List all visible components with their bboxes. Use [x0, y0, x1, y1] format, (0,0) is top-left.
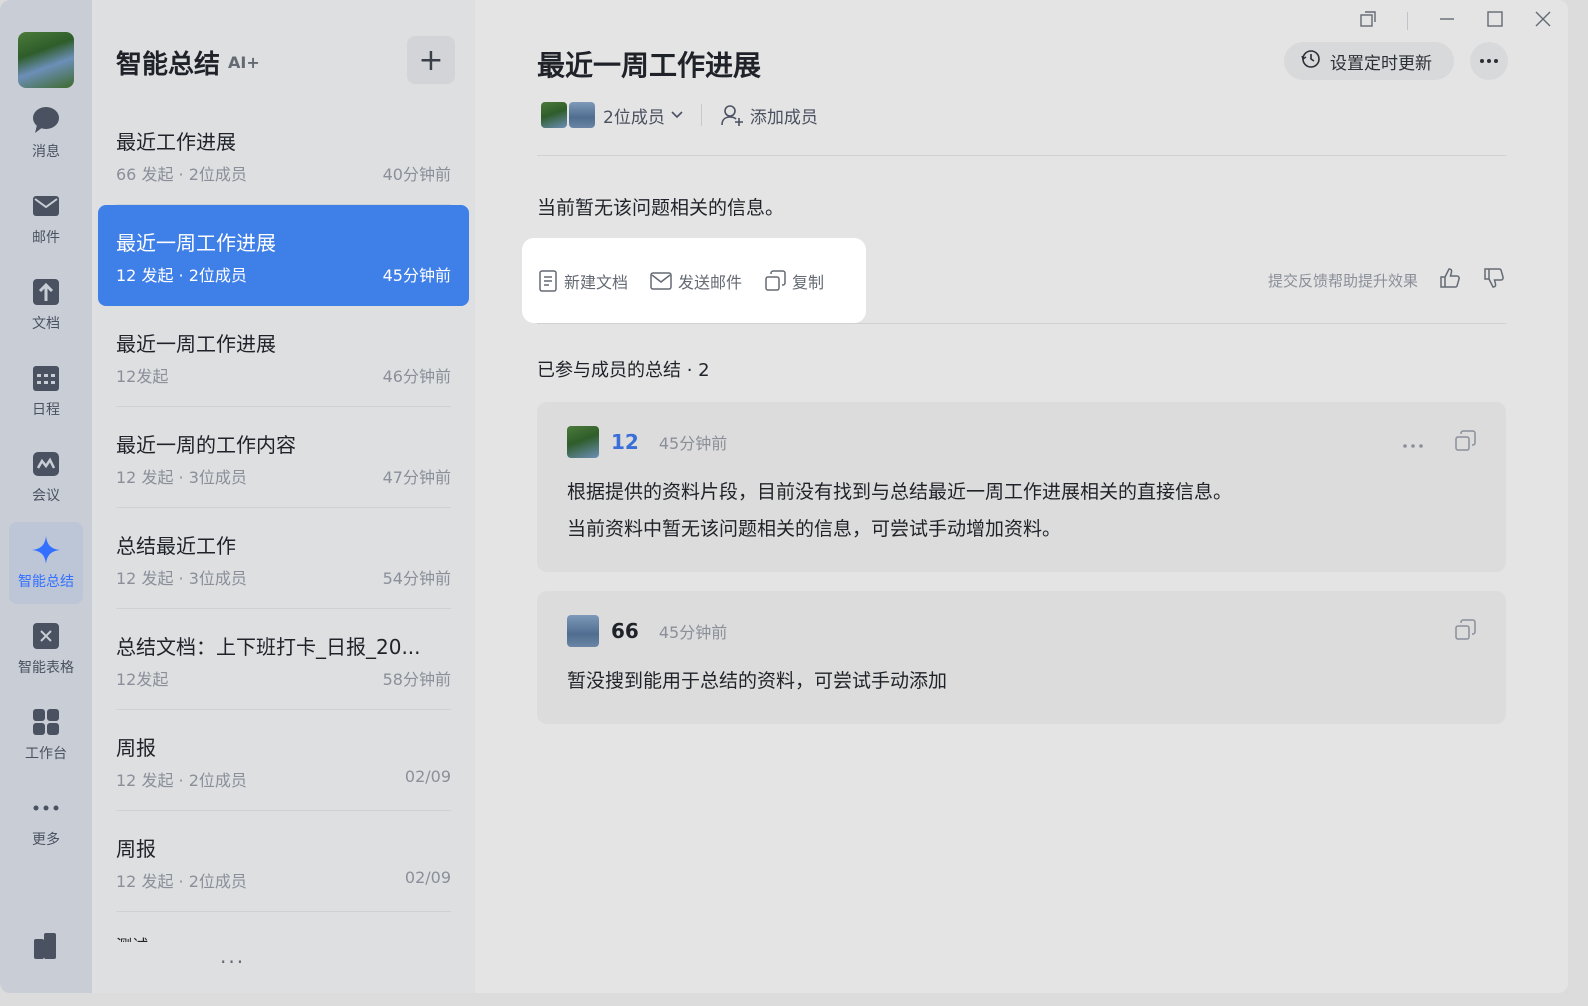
rail-item-docs[interactable]: 文档 — [9, 264, 83, 346]
more-icon[interactable] — [1402, 434, 1424, 453]
copy-icon[interactable] — [1454, 430, 1476, 456]
thumbs-down-icon[interactable] — [1482, 266, 1506, 294]
separator — [700, 104, 702, 126]
member-avatar — [541, 102, 567, 128]
card-header: 66 45分钟前 — [567, 615, 727, 647]
user-avatar[interactable] — [18, 32, 74, 88]
rail-item-mail[interactable]: 邮件 — [9, 178, 83, 260]
list-item[interactable]: 最近工作进展 66 发起 · 2位成员 40分钟前 — [98, 104, 469, 205]
window-controls — [1359, 10, 1552, 32]
clock-history-icon — [1300, 48, 1322, 75]
list-item-partial[interactable]: 测试 — [116, 932, 148, 942]
list-loading-more: ··· — [220, 950, 246, 974]
page-title: 最近一周工作进展 — [537, 49, 762, 82]
card-tools — [1402, 430, 1476, 456]
list-item[interactable]: 周报 12 发起 · 2位成员 02/09 — [98, 710, 469, 811]
list-item[interactable]: 总结文档：上下班打卡_日报_20... 12发起 58分钟前 — [98, 609, 469, 710]
summary-list: 最近工作进展 66 发起 · 2位成员 40分钟前 最近一周工作进展 12 发起… — [92, 104, 475, 912]
rail-item-smart-summary[interactable]: 智能总结 — [9, 522, 83, 604]
close-icon[interactable] — [1534, 10, 1552, 32]
ellipsis-icon — [1480, 59, 1498, 63]
maximize-icon[interactable] — [1486, 10, 1504, 32]
ai-badge: AI+ — [228, 53, 260, 72]
feedback-bar: 提交反馈帮助提升效果 — [1268, 266, 1506, 294]
app-window: 消息 邮件 文档 日程 会议 智能总结 智能表格 工作台 更多 智能总结 AI+… — [0, 0, 1568, 993]
rail-item-more[interactable]: 更多 — [9, 780, 83, 862]
member-name[interactable]: 12 — [611, 430, 639, 454]
sparkle-icon — [31, 535, 61, 565]
rail-item-calendar[interactable]: 日程 — [9, 350, 83, 432]
building-icon[interactable] — [30, 931, 60, 965]
schedule-update-button[interactable]: 设置定时更新 — [1284, 42, 1454, 80]
copy-icon — [765, 269, 786, 291]
copy-button[interactable]: 复制 — [764, 269, 824, 293]
list-item[interactable]: 最近一周的工作内容 12 发起 · 3位成员 47分钟前 — [98, 407, 469, 508]
divider — [537, 323, 1506, 324]
copy-icon[interactable] — [1454, 619, 1476, 645]
member-name[interactable]: 66 — [611, 619, 639, 643]
new-doc-button[interactable]: 新建文档 — [538, 269, 628, 293]
card-content: 根据提供的资料片段，目前没有找到与总结最近一周工作进展相关的直接信息。 当前资料… — [567, 481, 1233, 540]
document-icon — [539, 269, 557, 292]
meeting-icon — [31, 449, 61, 479]
rail-item-smart-sheet[interactable]: 智能表格 — [9, 608, 83, 690]
message-icon — [31, 105, 61, 135]
list-item[interactable]: 最近一周工作进展 12发起 46分钟前 — [98, 306, 469, 407]
card-content: 暂没搜到能用于总结的资料，可尝试手动添加 — [567, 670, 948, 692]
new-summary-button[interactable]: + — [407, 36, 455, 84]
result-actions: 新建文档 发送邮件 复制 — [522, 238, 866, 323]
timestamp: 45分钟前 — [658, 434, 728, 453]
list-title: 智能总结 — [116, 50, 221, 80]
add-member-button[interactable]: 添加成员 — [720, 103, 818, 128]
more-icon — [31, 793, 61, 823]
timestamp: 45分钟前 — [658, 623, 728, 642]
docs-icon — [31, 277, 61, 307]
summary-detail: 最近一周工作进展 设置定时更新 2位成员 添加成员 当前暂无该问题相关的信息。 … — [475, 0, 1568, 993]
header-actions: 设置定时更新 — [1284, 42, 1508, 80]
card-tools — [1454, 619, 1476, 645]
section-title: 已参与成员的总结 · 2 — [537, 360, 710, 381]
card-header: 12 45分钟前 — [567, 426, 727, 458]
mail-icon — [31, 191, 61, 221]
rail-item-messages[interactable]: 消息 — [9, 92, 83, 174]
member-avatar — [569, 102, 595, 128]
minimize-icon[interactable] — [1438, 10, 1456, 32]
avatar[interactable] — [567, 426, 599, 458]
list-item[interactable]: 总结最近工作 12 发起 · 3位成员 54分钟前 — [98, 508, 469, 609]
send-mail-button[interactable]: 发送邮件 — [650, 269, 742, 293]
member-summary-card: 66 45分钟前 暂没搜到能用于总结的资料，可尝试手动添加 — [537, 591, 1506, 724]
avatar[interactable] — [567, 615, 599, 647]
feedback-prompt: 提交反馈帮助提升效果 — [1267, 271, 1418, 290]
rail-item-workbench[interactable]: 工作台 — [9, 694, 83, 776]
calendar-icon — [31, 363, 61, 393]
list-header: 智能总结 AI+ + — [92, 0, 475, 120]
separator — [1407, 12, 1408, 30]
more-options-button[interactable] — [1470, 42, 1508, 80]
member-summary-card: 12 45分钟前 根据提供的资料片段，目前没有找到与总结最近一周工作进展相关的直… — [537, 402, 1506, 572]
smart-sheet-icon — [31, 621, 61, 651]
workbench-icon — [31, 707, 61, 737]
chevron-down-icon[interactable] — [671, 108, 683, 122]
rail-item-meeting[interactable]: 会议 — [9, 436, 83, 518]
mail-icon — [650, 271, 672, 290]
thumbs-up-icon[interactable] — [1438, 266, 1462, 294]
popout-icon[interactable] — [1359, 10, 1377, 32]
members-dropdown[interactable]: 2位成员 — [603, 103, 665, 128]
divider — [537, 155, 1506, 156]
nav-rail: 消息 邮件 文档 日程 会议 智能总结 智能表格 工作台 更多 — [0, 0, 92, 993]
list-item[interactable]: 周报 12 发起 · 2位成员 02/09 — [98, 811, 469, 912]
summary-list-panel: 智能总结 AI+ + 最近工作进展 66 发起 · 2位成员 40分钟前 最近一… — [92, 0, 475, 993]
members-bar: 2位成员 添加成员 — [541, 100, 818, 130]
summary-result-text: 当前暂无该问题相关的信息。 — [537, 197, 785, 219]
list-item-selected[interactable]: 最近一周工作进展 12 发起 · 2位成员 45分钟前 — [98, 205, 469, 306]
add-user-icon — [721, 105, 743, 126]
